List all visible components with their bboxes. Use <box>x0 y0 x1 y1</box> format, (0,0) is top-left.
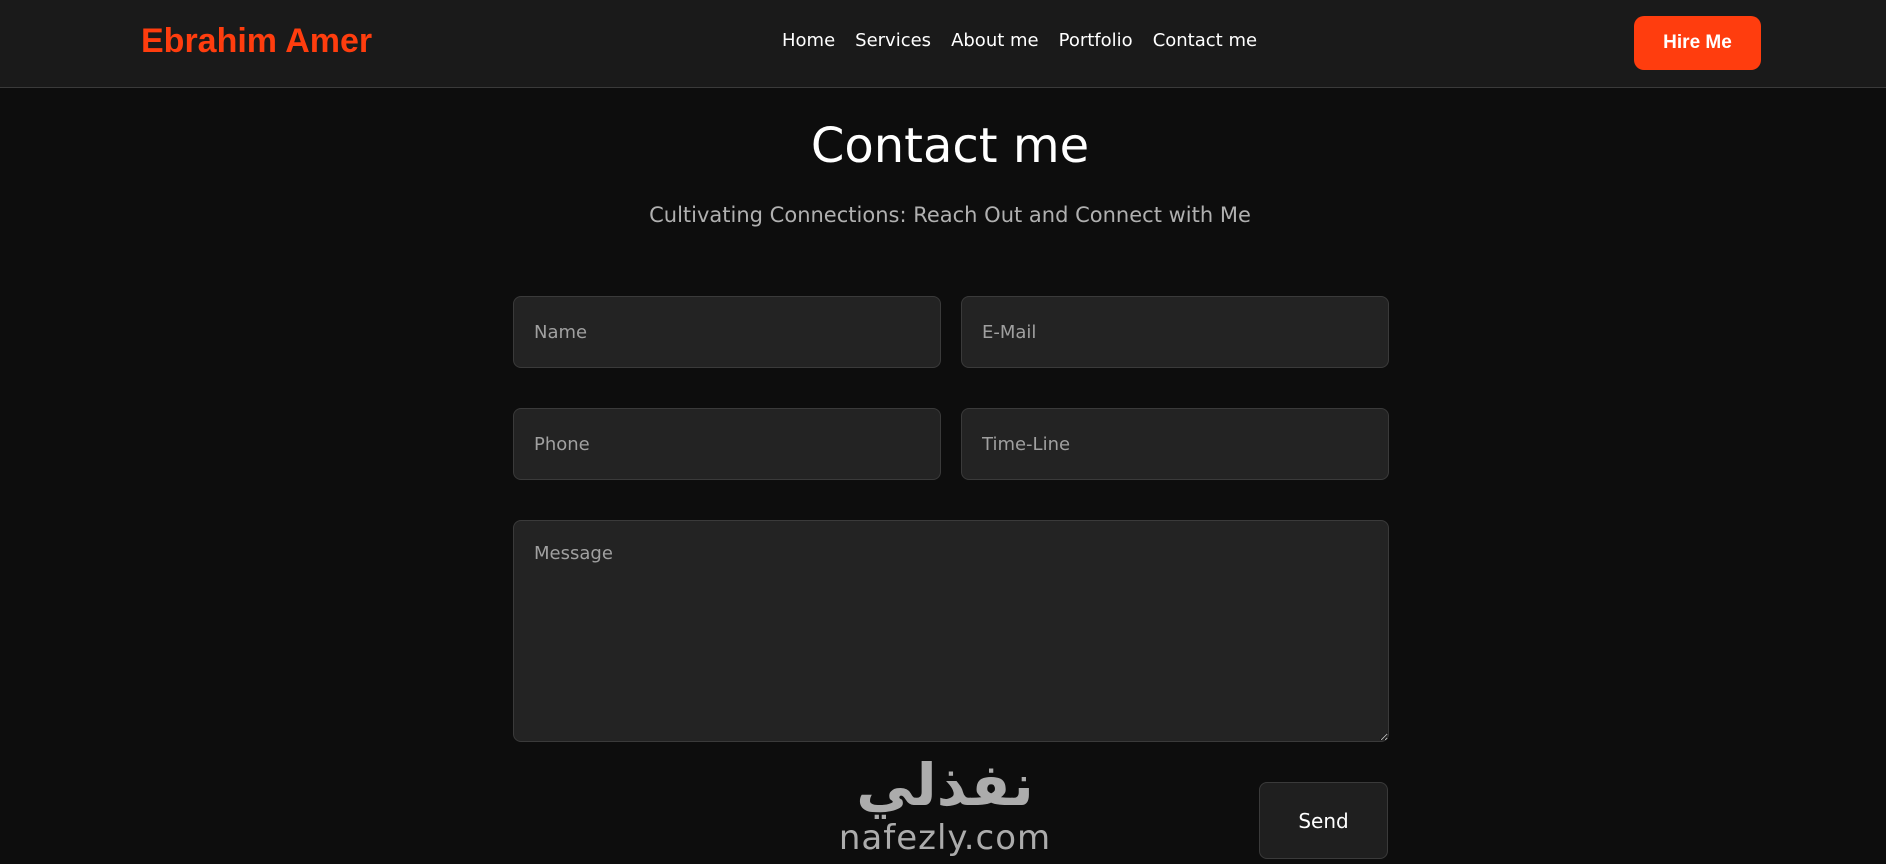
nav-link-about[interactable]: About me <box>951 30 1039 51</box>
phone-input[interactable] <box>513 408 941 480</box>
nav-link-portfolio[interactable]: Portfolio <box>1059 30 1133 51</box>
navbar: Ebrahim Amer Home Services About me Port… <box>0 0 1886 88</box>
timeline-input[interactable] <box>961 408 1389 480</box>
main-nav: Home Services About me Portfolio Contact… <box>782 30 1257 51</box>
hire-me-button[interactable]: Hire Me <box>1634 16 1761 70</box>
nav-link-contact[interactable]: Contact me <box>1153 30 1257 51</box>
brand-logo[interactable]: Ebrahim Amer <box>141 22 372 61</box>
watermark-arabic-text: نفذلي <box>856 751 1034 819</box>
send-button[interactable]: Send <box>1259 782 1388 859</box>
email-input[interactable] <box>961 296 1389 368</box>
page-title: Contact me <box>810 118 1090 174</box>
message-textarea[interactable] <box>513 520 1389 742</box>
watermark-latin-text: nafezly.com <box>838 818 1052 858</box>
name-input[interactable] <box>513 296 941 368</box>
nav-link-home[interactable]: Home <box>782 30 835 51</box>
nafezly-watermark: نفذلي nafezly.com <box>835 752 1055 864</box>
nav-link-services[interactable]: Services <box>855 30 931 51</box>
page-subtitle: Cultivating Connections: Reach Out and C… <box>649 203 1251 227</box>
